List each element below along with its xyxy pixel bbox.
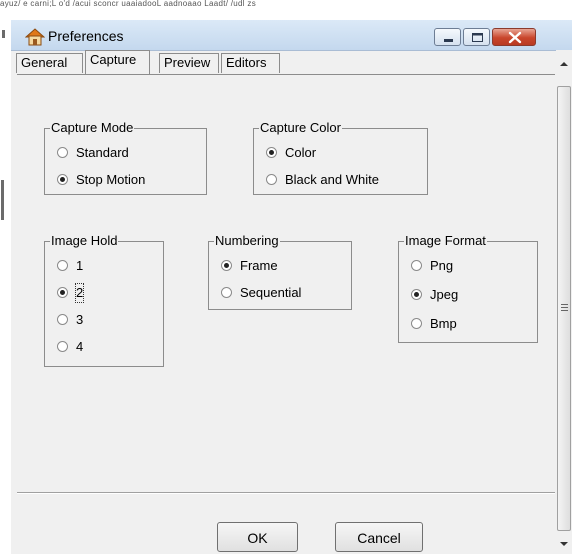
maximize-button[interactable] xyxy=(463,28,490,46)
radio-label: Color xyxy=(285,145,317,160)
close-button[interactable] xyxy=(492,28,536,46)
group-legend: Image Hold xyxy=(50,233,119,249)
radio-button[interactable] xyxy=(57,341,68,352)
capture-tab-panel: Capture Mode Standard Stop Motion Captur… xyxy=(17,74,555,492)
vertical-scrollbar[interactable] xyxy=(556,50,572,554)
scrollbar-thumb[interactable] xyxy=(557,86,571,531)
radio-label: Jpeg xyxy=(430,287,459,302)
capture-color-group: Capture Color Color Black and White xyxy=(253,120,428,195)
radio-label: Bmp xyxy=(430,316,457,331)
radio-button[interactable] xyxy=(221,287,232,298)
radio-label: Standard xyxy=(76,145,129,160)
radio-label: Stop Motion xyxy=(76,172,146,187)
tab-editors[interactable]: Editors xyxy=(221,53,280,73)
radio-button[interactable] xyxy=(57,147,68,158)
radio-label: Black and White xyxy=(285,172,379,187)
close-icon xyxy=(508,31,522,44)
separator xyxy=(17,492,555,494)
radio-button[interactable] xyxy=(57,287,68,298)
background-window-text: ayuz/ e carni;L o'd /acui sconcr uaaiado… xyxy=(0,0,257,8)
radio-label: 2 xyxy=(74,283,85,303)
window-title: Preferences xyxy=(48,28,124,44)
tab-preview[interactable]: Preview xyxy=(159,53,219,73)
tab-general[interactable]: General xyxy=(16,53,83,73)
capture-mode-group: Capture Mode Standard Stop Motion xyxy=(44,120,207,195)
tab-capture[interactable]: Capture xyxy=(85,50,150,74)
radio-button[interactable] xyxy=(57,174,68,185)
group-legend: Capture Color xyxy=(259,120,342,136)
radio-label: 3 xyxy=(76,312,84,327)
maximize-icon xyxy=(472,33,483,42)
minimize-icon xyxy=(444,39,453,42)
radio-button[interactable] xyxy=(411,318,422,329)
title-bar[interactable]: Preferences xyxy=(11,20,572,51)
radio-button[interactable] xyxy=(266,147,277,158)
tab-strip: General Capture Preview Editors xyxy=(11,50,556,74)
radio-button[interactable] xyxy=(57,260,68,271)
radio-button[interactable] xyxy=(266,174,277,185)
radio-label: Sequential xyxy=(240,285,302,300)
numbering-group: Numbering Frame Sequential xyxy=(208,233,352,310)
group-legend: Numbering xyxy=(214,233,280,249)
cancel-button[interactable]: Cancel xyxy=(335,522,423,552)
radio-label: Frame xyxy=(240,258,278,273)
background-edge-mark xyxy=(1,180,4,220)
house-icon xyxy=(25,28,45,46)
radio-button[interactable] xyxy=(411,260,422,271)
radio-button[interactable] xyxy=(221,260,232,271)
scroll-down-arrow-icon[interactable] xyxy=(556,536,572,552)
image-hold-group: Image Hold 1 2 3 4 xyxy=(44,233,164,367)
radio-label: Png xyxy=(430,258,454,273)
preferences-window: Preferences General Capture Preview Edit… xyxy=(11,20,572,554)
image-format-group: Image Format Png Jpeg Bmp xyxy=(398,233,538,343)
radio-label: 1 xyxy=(76,258,84,273)
group-legend: Capture Mode xyxy=(50,120,135,136)
background-edge-mark xyxy=(2,30,5,38)
radio-button[interactable] xyxy=(57,314,68,325)
grip-icon xyxy=(561,304,568,311)
radio-button[interactable] xyxy=(411,289,422,300)
group-legend: Image Format xyxy=(404,233,487,249)
ok-button[interactable]: OK xyxy=(217,522,298,552)
radio-label: 4 xyxy=(76,339,84,354)
scroll-up-arrow-icon[interactable] xyxy=(556,56,572,72)
minimize-button[interactable] xyxy=(434,28,461,46)
